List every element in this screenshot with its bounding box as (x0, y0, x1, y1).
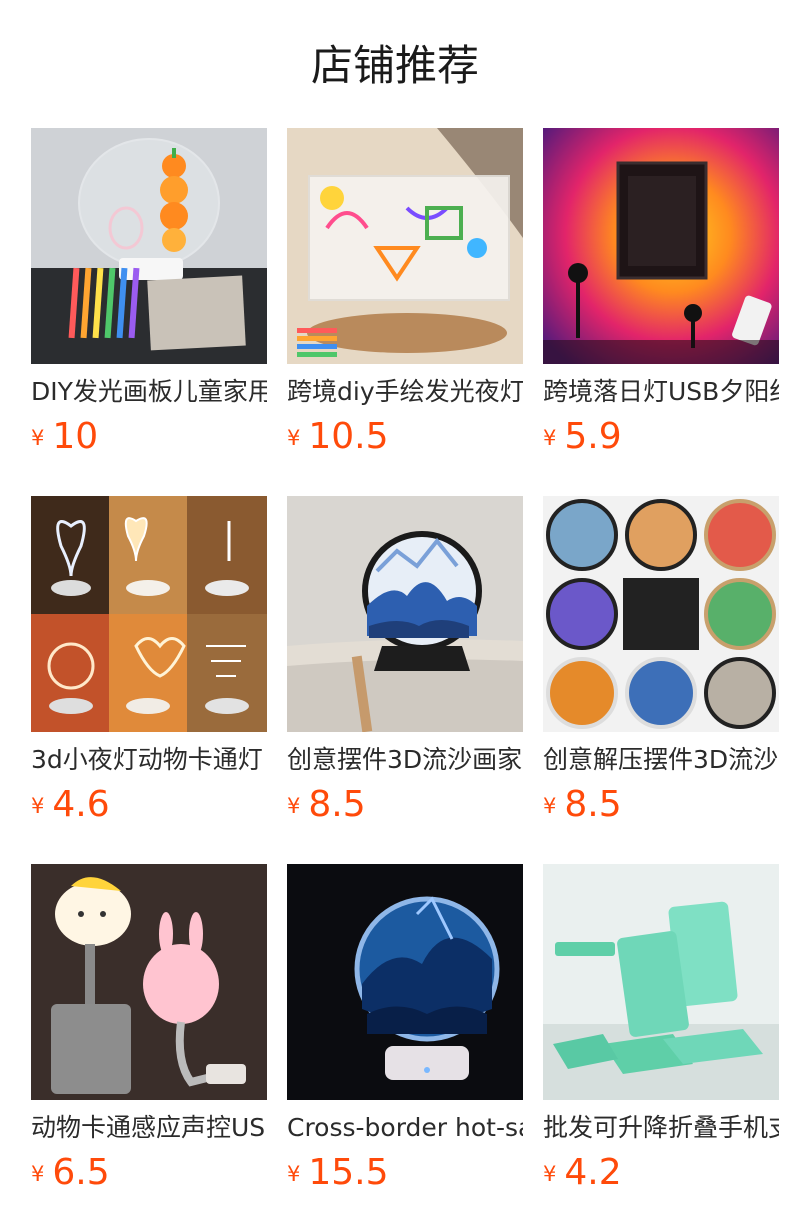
price-amount: 8.5 (308, 784, 366, 825)
product-card[interactable]: DIY发光画板儿童家用 ¥10 (31, 128, 267, 468)
product-price: ¥4.2 (543, 1151, 622, 1195)
price-amount: 10.5 (308, 416, 389, 457)
product-card[interactable]: 动物卡通感应声控USB ¥6.5 (31, 864, 267, 1204)
price-amount: 4.6 (52, 784, 110, 825)
sand-art-collage-image[interactable] (543, 496, 779, 732)
product-price: ¥10.5 (287, 415, 389, 459)
hand-drawn-night-light-image[interactable] (287, 128, 523, 364)
currency-symbol: ¥ (31, 1162, 45, 1186)
sand-art-ornament-image[interactable] (287, 496, 523, 732)
product-name[interactable]: 批发可升降折叠手机支架 (543, 1111, 779, 1147)
product-price: ¥4.6 (31, 783, 110, 827)
product-price: ¥8.5 (543, 783, 622, 827)
product-card[interactable]: 跨境diy手绘发光夜灯 ¥10.5 (287, 128, 523, 468)
price-amount: 5.9 (564, 416, 622, 457)
product-card[interactable]: 批发可升降折叠手机支架 ¥4.2 (543, 864, 779, 1204)
currency-symbol: ¥ (31, 794, 45, 818)
product-card[interactable]: Cross-border hot-sale ¥15.5 (287, 864, 523, 1204)
product-name[interactable]: DIY发光画板儿童家用 (31, 375, 267, 411)
diy-glow-board-image[interactable] (31, 128, 267, 364)
price-amount: 4.2 (564, 1152, 622, 1193)
currency-symbol: ¥ (287, 426, 301, 450)
product-price: ¥6.5 (31, 1151, 110, 1195)
product-name[interactable]: 创意摆件3D流沙画家居 (287, 743, 523, 779)
product-card[interactable]: 创意摆件3D流沙画家居 ¥8.5 (287, 496, 523, 836)
product-name[interactable]: 动物卡通感应声控USB (31, 1111, 267, 1147)
price-amount: 8.5 (564, 784, 622, 825)
voice-night-light-image[interactable] (31, 864, 267, 1100)
price-amount: 10 (52, 416, 99, 457)
product-name[interactable]: 跨境落日灯USB夕阳红 (543, 375, 779, 411)
product-price: ¥15.5 (287, 1151, 389, 1195)
sunset-lamp-image[interactable] (543, 128, 779, 364)
sand-art-lamp-image[interactable] (287, 864, 523, 1100)
phone-stand-image[interactable] (543, 864, 779, 1100)
product-price: ¥5.9 (543, 415, 622, 459)
product-name[interactable]: 3d小夜灯动物卡通灯 (31, 743, 267, 779)
price-amount: 15.5 (308, 1152, 389, 1193)
currency-symbol: ¥ (543, 426, 557, 450)
product-price: ¥8.5 (287, 783, 366, 827)
currency-symbol: ¥ (543, 794, 557, 818)
store-recommendations-page: 店铺推荐 DIY发光画板儿童家用 ¥ 10 跨境diy手绘发光夜灯 ¥ 10.5… (0, 0, 790, 1232)
product-card[interactable]: 创意解压摆件3D流沙画 ¥8.5 (543, 496, 779, 836)
price-amount: 6.5 (52, 1152, 110, 1193)
product-card[interactable]: 跨境落日灯USB夕阳红 ¥5.9 (543, 128, 779, 468)
currency-symbol: ¥ (543, 1162, 557, 1186)
currency-symbol: ¥ (31, 426, 45, 450)
product-card[interactable]: 3d小夜灯动物卡通灯 ¥4.6 (31, 496, 267, 836)
product-name[interactable]: Cross-border hot-sale (287, 1111, 523, 1147)
page-title: 店铺推荐 (310, 41, 479, 90)
currency-symbol: ¥ (287, 1162, 301, 1186)
product-price: ¥10 (31, 415, 98, 459)
currency-symbol: ¥ (287, 794, 301, 818)
product-name[interactable]: 创意解压摆件3D流沙画 (543, 743, 779, 779)
product-name[interactable]: 跨境diy手绘发光夜灯 (287, 375, 523, 411)
3d-night-light-image[interactable] (31, 496, 267, 732)
